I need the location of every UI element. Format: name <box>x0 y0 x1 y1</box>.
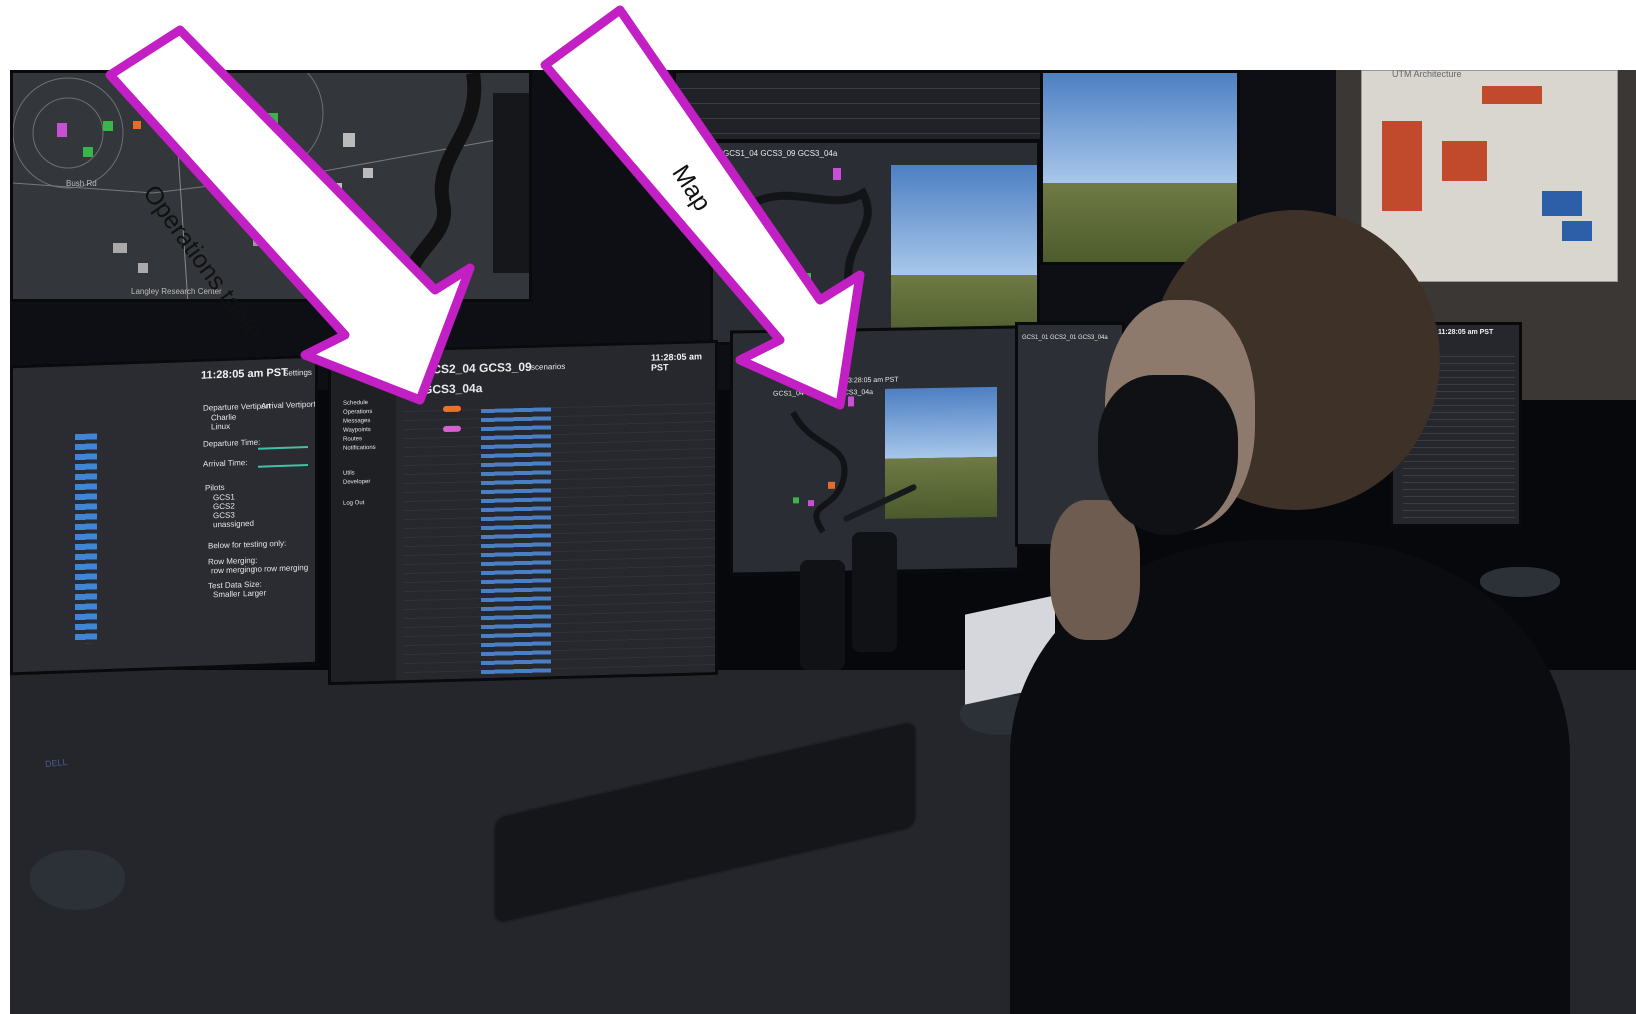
callout-layer <box>105 5 865 410</box>
